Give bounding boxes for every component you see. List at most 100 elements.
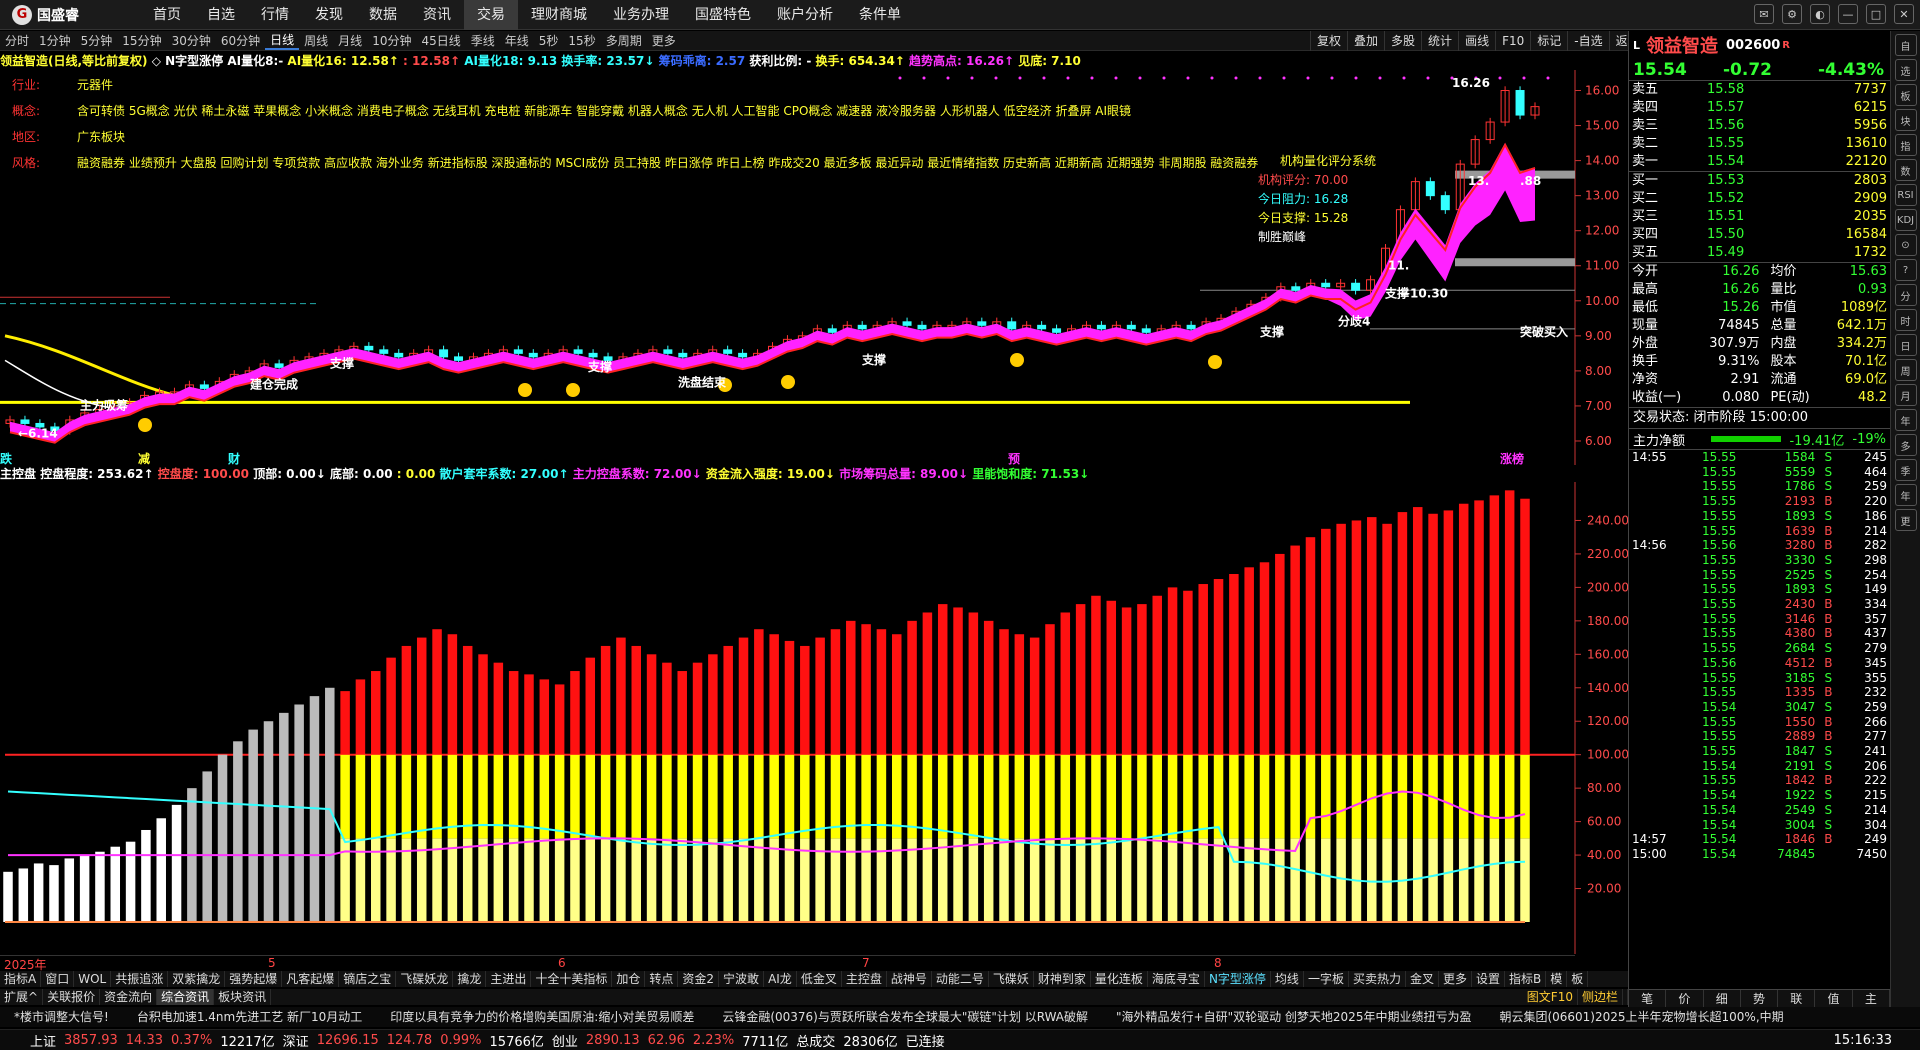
indicator-tab-25[interactable]: N字型涨停: [1205, 971, 1271, 987]
indicator-tab-31[interactable]: 设置: [1472, 971, 1506, 987]
side-tool-15-icon[interactable]: 年: [1894, 409, 1917, 431]
ext-tab-0[interactable]: 扩展^: [0, 989, 44, 1005]
menu-4[interactable]: 数据: [356, 0, 410, 30]
quote-tab-3[interactable]: 势: [1741, 990, 1779, 1007]
period-8[interactable]: 月线: [333, 32, 367, 49]
news-item-0[interactable]: *楼市调整大信号!: [0, 1007, 123, 1027]
side-tool-10-icon[interactable]: 分: [1894, 284, 1917, 306]
indicator-tab-5[interactable]: 强势起爆: [225, 971, 283, 987]
chart-tool-7[interactable]: -自选: [1567, 31, 1608, 51]
indicator-tab-1[interactable]: 窗口: [41, 971, 75, 987]
quote-tab-4[interactable]: 联: [1778, 990, 1816, 1007]
side-tool-7-icon[interactable]: KDJ: [1894, 209, 1917, 231]
chart-tool-5[interactable]: F10: [1495, 31, 1530, 51]
book-row[interactable]: 买五 15.49 1732: [1629, 244, 1890, 262]
indicator-tab-28[interactable]: 买卖热力: [1349, 971, 1406, 987]
window-1-icon[interactable]: ⚙: [1782, 4, 1802, 24]
period-10[interactable]: 45日线: [416, 32, 465, 49]
book-row[interactable]: 卖一 15.54 22120: [1629, 153, 1890, 171]
news-item-3[interactable]: 云锋金融(00376)与贾跃所联合发布全球最大"碳链"计划 以RWA破解: [708, 1007, 1102, 1027]
side-tool-19-icon[interactable]: 更: [1894, 509, 1917, 531]
menu-7[interactable]: 理财商城: [518, 0, 600, 30]
quote-tab-1[interactable]: 价: [1666, 990, 1704, 1007]
chart-tool-4[interactable]: 画线: [1458, 31, 1495, 51]
side-tool-17-icon[interactable]: 季: [1894, 459, 1917, 481]
indicator-tab-8[interactable]: 飞碟妖龙: [396, 971, 454, 987]
ext-tab-3[interactable]: 综合资讯: [157, 989, 215, 1005]
indicator-tab-21[interactable]: 飞碟妖: [989, 971, 1034, 987]
side-tool-14-icon[interactable]: 月: [1894, 384, 1917, 406]
ext-tab-4[interactable]: 板块资讯: [214, 989, 272, 1005]
indicator-tab-6[interactable]: 凡客起爆: [282, 971, 340, 987]
side-tool-6-icon[interactable]: RSI: [1894, 184, 1917, 206]
indicator-tab-17[interactable]: 低金叉: [797, 971, 842, 987]
period-16[interactable]: 更多: [647, 32, 681, 49]
app-logo[interactable]: G 国盛睿: [0, 4, 140, 25]
indicator-tab-23[interactable]: 量化连板: [1091, 971, 1148, 987]
bottom-right-tab-1[interactable]: 侧边栏: [1578, 989, 1623, 1005]
menu-11[interactable]: 条件单: [846, 0, 914, 30]
indicator-tab-34[interactable]: 板: [1567, 971, 1589, 987]
indicator-tab-2[interactable]: WOL: [74, 971, 112, 987]
indicator-tab-18[interactable]: 主控盘: [842, 971, 887, 987]
indicator-tab-24[interactable]: 海底寻宝: [1148, 971, 1205, 987]
indicator-tab-10[interactable]: 主进出: [486, 971, 532, 987]
menu-3[interactable]: 发现: [302, 0, 356, 30]
tick-list[interactable]: 14:55 15.55 1584 S 245 15.55 5559 S 464 15.55 1786…: [1629, 450, 1890, 862]
indicator-tab-12[interactable]: 加仓: [612, 971, 646, 987]
indicator-tab-20[interactable]: 动能二号: [932, 971, 989, 987]
window-2-icon[interactable]: ◐: [1810, 4, 1830, 24]
menu-5[interactable]: 资讯: [410, 0, 464, 30]
period-1[interactable]: 1分钟: [34, 32, 76, 49]
quote-tab-0[interactable]: 笔: [1629, 990, 1667, 1007]
indicator-tab-33[interactable]: 模: [1546, 971, 1568, 987]
chart-tool-0[interactable]: 复权: [1310, 31, 1347, 51]
news-item-2[interactable]: 印度以具有竞争力的价格增购美国原油:缩小对美贸易顺差: [376, 1007, 708, 1027]
side-tool-5-icon[interactable]: 数: [1894, 159, 1917, 181]
window-0-icon[interactable]: ✉: [1754, 4, 1774, 24]
period-5[interactable]: 60分钟: [216, 32, 265, 49]
book-row[interactable]: 卖三 15.56 5956: [1629, 117, 1890, 135]
period-0[interactable]: 分时: [0, 32, 34, 49]
side-tool-1-icon[interactable]: 选: [1894, 59, 1917, 81]
side-tool-9-icon[interactable]: ?: [1894, 259, 1917, 281]
book-row[interactable]: 卖四 15.57 6215: [1629, 99, 1890, 117]
indicator-tab-27[interactable]: 一字板: [1304, 971, 1349, 987]
book-row[interactable]: 买三 15.51 2035: [1629, 208, 1890, 226]
side-tool-12-icon[interactable]: 日: [1894, 334, 1917, 356]
ext-tab-1[interactable]: 关联报价: [43, 989, 101, 1005]
indicator-tab-29[interactable]: 金叉: [1406, 971, 1439, 987]
window-5-icon[interactable]: ✕: [1894, 4, 1914, 24]
period-4[interactable]: 30分钟: [167, 32, 216, 49]
menu-9[interactable]: 国盛特色: [682, 0, 764, 30]
period-11[interactable]: 季线: [466, 32, 500, 49]
window-3-icon[interactable]: —: [1838, 4, 1858, 24]
menu-10[interactable]: 账户分析: [764, 0, 846, 30]
period-14[interactable]: 15秒: [563, 32, 600, 49]
quote-tab-5[interactable]: 值: [1815, 990, 1853, 1007]
menu-6[interactable]: 交易: [464, 0, 518, 30]
side-tool-3-icon[interactable]: 块: [1894, 109, 1917, 131]
quote-tab-6[interactable]: 主: [1853, 990, 1890, 1007]
indicator-chart[interactable]: 20.00 40.00 60.00 80.00 100.00 120.00 140.00 16…: [0, 482, 1628, 954]
news-item-5[interactable]: 朝云集团(06601)2025上半年宠物增长超100%,中期: [1485, 1007, 1797, 1027]
indicator-tab-11[interactable]: 十全十美指标: [531, 971, 613, 987]
indicator-tab-3[interactable]: 共振追涨: [111, 971, 169, 987]
indicator-tab-13[interactable]: 转点: [645, 971, 679, 987]
menu-2[interactable]: 行情: [248, 0, 302, 30]
period-12[interactable]: 年线: [500, 32, 534, 49]
menu-1[interactable]: 自选: [194, 0, 248, 30]
period-9[interactable]: 10分钟: [367, 32, 416, 49]
indicator-tab-22[interactable]: 财神到家: [1034, 971, 1091, 987]
period-15[interactable]: 多周期: [601, 32, 647, 49]
ext-tab-2[interactable]: 资金流向: [100, 989, 158, 1005]
period-2[interactable]: 5分钟: [76, 32, 118, 49]
book-row[interactable]: 买一 15.53 2803: [1629, 172, 1890, 190]
side-tool-4-icon[interactable]: 指: [1894, 134, 1917, 156]
news-item-1[interactable]: 台积电加速1.4nm先进工艺 新厂10月动工: [123, 1007, 376, 1027]
side-tool-8-icon[interactable]: ⊙: [1894, 234, 1917, 256]
chart-tool-2[interactable]: 多股: [1384, 31, 1421, 51]
bottom-right-tab-0[interactable]: 图文F10: [1523, 989, 1578, 1005]
indicator-tab-15[interactable]: 宁波敢: [719, 971, 765, 987]
menu-8[interactable]: 业务办理: [600, 0, 682, 30]
